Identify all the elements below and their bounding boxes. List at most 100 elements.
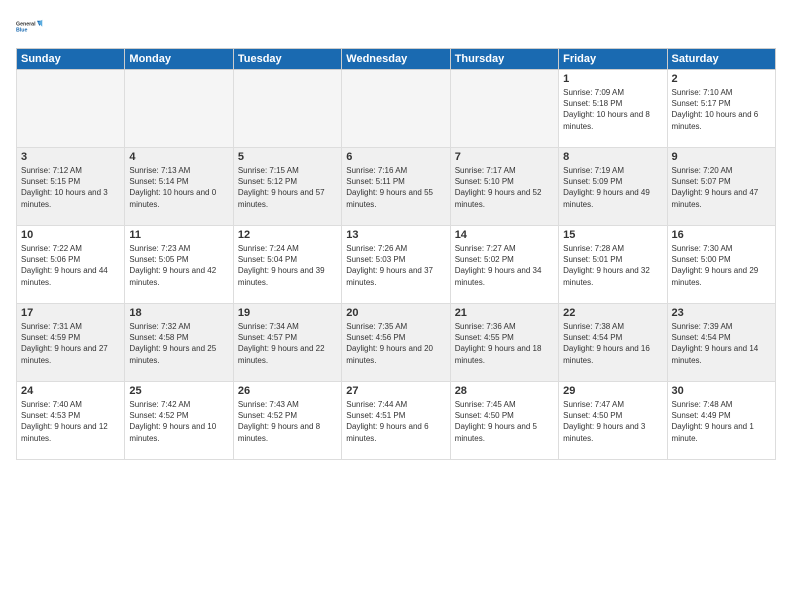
calendar-cell-week5-day2: 25 Sunrise: 7:42 AM Sunset: 4:52 PM Dayli…: [125, 382, 233, 460]
calendar-cell-week4-day2: 18 Sunrise: 7:32 AM Sunset: 4:58 PM Dayli…: [125, 304, 233, 382]
day-number: 3: [21, 151, 120, 163]
day-number: 8: [563, 151, 662, 163]
day-info: Sunrise: 7:48 AM Sunset: 4:49 PM Dayligh…: [672, 399, 771, 444]
calendar-cell-week3-day4: 13Sunrise: 7:26 AM Sunset: 5:03 PM Dayli…: [342, 226, 450, 304]
calendar-week-1: 1 Sunrise: 7:09 AM Sunset: 5:18 PM Daylig…: [17, 70, 776, 148]
day-number: 29: [563, 385, 662, 397]
day-number: 18: [129, 307, 228, 319]
day-info: Sunrise: 7:24 AM Sunset: 5:04 PM Dayligh…: [238, 243, 337, 288]
svg-text:General: General: [16, 21, 36, 27]
weekday-header-tuesday: Tuesday: [233, 49, 341, 70]
day-info: Sunrise: 7:19 AM Sunset: 5:09 PM Dayligh…: [563, 165, 662, 210]
day-number: 7: [455, 151, 554, 163]
calendar-cell-week5-day1: 24 Sunrise: 7:40 AM Sunset: 4:53 PM Dayli…: [17, 382, 125, 460]
calendar-cell-week5-day3: 26Sunrise: 7:43 AM Sunset: 4:52 PM Dayli…: [233, 382, 341, 460]
day-number: 17: [21, 307, 120, 319]
day-number: 22: [563, 307, 662, 319]
day-info: Sunrise: 7:32 AM Sunset: 4:58 PM Dayligh…: [129, 321, 228, 366]
calendar-cell-week5-day5: 28 Sunrise: 7:45 AM Sunset: 4:50 PM Dayli…: [450, 382, 558, 460]
day-info: Sunrise: 7:44 AM Sunset: 4:51 PM Dayligh…: [346, 399, 445, 444]
page-container: GeneralBlue SundayMondayTuesdayWednesday…: [0, 0, 792, 612]
weekday-header-thursday: Thursday: [450, 49, 558, 70]
calendar-cell-week2-day2: 4 Sunrise: 7:13 AM Sunset: 5:14 PM Daylig…: [125, 148, 233, 226]
day-info: Sunrise: 7:22 AM Sunset: 5:06 PM Dayligh…: [21, 243, 120, 288]
day-info: Sunrise: 7:43 AM Sunset: 4:52 PM Dayligh…: [238, 399, 337, 444]
calendar-cell-week1-day6: 1 Sunrise: 7:09 AM Sunset: 5:18 PM Daylig…: [559, 70, 667, 148]
logo: GeneralBlue: [16, 12, 44, 40]
calendar-cell-week3-day7: 16 Sunrise: 7:30 AM Sunset: 5:00 PM Dayli…: [667, 226, 775, 304]
weekday-header-saturday: Saturday: [667, 49, 775, 70]
day-number: 10: [21, 229, 120, 241]
calendar-cell-week5-day6: 29 Sunrise: 7:47 AM Sunset: 4:50 PM Dayli…: [559, 382, 667, 460]
calendar-cell-week4-day1: 17Sunrise: 7:31 AM Sunset: 4:59 PM Dayli…: [17, 304, 125, 382]
day-info: Sunrise: 7:40 AM Sunset: 4:53 PM Dayligh…: [21, 399, 120, 444]
calendar-week-3: 10 Sunrise: 7:22 AM Sunset: 5:06 PM Dayli…: [17, 226, 776, 304]
day-info: Sunrise: 7:47 AM Sunset: 4:50 PM Dayligh…: [563, 399, 662, 444]
day-info: Sunrise: 7:42 AM Sunset: 4:52 PM Dayligh…: [129, 399, 228, 444]
day-number: 15: [563, 229, 662, 241]
day-number: 12: [238, 229, 337, 241]
day-info: Sunrise: 7:16 AM Sunset: 5:11 PM Dayligh…: [346, 165, 445, 210]
day-info: Sunrise: 7:28 AM Sunset: 5:01 PM Dayligh…: [563, 243, 662, 288]
day-info: Sunrise: 7:23 AM Sunset: 5:05 PM Dayligh…: [129, 243, 228, 288]
day-info: Sunrise: 7:13 AM Sunset: 5:14 PM Dayligh…: [129, 165, 228, 210]
day-info: Sunrise: 7:20 AM Sunset: 5:07 PM Dayligh…: [672, 165, 771, 210]
calendar-cell-week1-day5: [450, 70, 558, 148]
svg-text:Blue: Blue: [16, 27, 27, 33]
day-number: 28: [455, 385, 554, 397]
day-info: Sunrise: 7:39 AM Sunset: 4:54 PM Dayligh…: [672, 321, 771, 366]
day-number: 9: [672, 151, 771, 163]
calendar-table: SundayMondayTuesdayWednesdayThursdayFrid…: [16, 48, 776, 460]
day-number: 23: [672, 307, 771, 319]
day-number: 30: [672, 385, 771, 397]
day-info: Sunrise: 7:34 AM Sunset: 4:57 PM Dayligh…: [238, 321, 337, 366]
day-number: 16: [672, 229, 771, 241]
day-info: Sunrise: 7:30 AM Sunset: 5:00 PM Dayligh…: [672, 243, 771, 288]
calendar-cell-week2-day5: 7 Sunrise: 7:17 AM Sunset: 5:10 PM Daylig…: [450, 148, 558, 226]
calendar-cell-week4-day7: 23 Sunrise: 7:39 AM Sunset: 4:54 PM Dayli…: [667, 304, 775, 382]
calendar-cell-week2-day6: 8 Sunrise: 7:19 AM Sunset: 5:09 PM Daylig…: [559, 148, 667, 226]
calendar-cell-week2-day3: 5 Sunrise: 7:15 AM Sunset: 5:12 PM Daylig…: [233, 148, 341, 226]
day-info: Sunrise: 7:12 AM Sunset: 5:15 PM Dayligh…: [21, 165, 120, 210]
calendar-cell-week1-day1: [17, 70, 125, 148]
weekday-header-friday: Friday: [559, 49, 667, 70]
day-info: Sunrise: 7:36 AM Sunset: 4:55 PM Dayligh…: [455, 321, 554, 366]
weekday-header-sunday: Sunday: [17, 49, 125, 70]
day-number: 11: [129, 229, 228, 241]
weekday-header-monday: Monday: [125, 49, 233, 70]
day-number: 4: [129, 151, 228, 163]
calendar-cell-week3-day1: 10 Sunrise: 7:22 AM Sunset: 5:06 PM Dayli…: [17, 226, 125, 304]
day-number: 5: [238, 151, 337, 163]
calendar-cell-week1-day4: [342, 70, 450, 148]
day-number: 24: [21, 385, 120, 397]
calendar-cell-week4-day3: 19Sunrise: 7:34 AM Sunset: 4:57 PM Dayli…: [233, 304, 341, 382]
page-header: GeneralBlue: [16, 12, 776, 40]
calendar-cell-week1-day2: [125, 70, 233, 148]
day-number: 27: [346, 385, 445, 397]
day-info: Sunrise: 7:35 AM Sunset: 4:56 PM Dayligh…: [346, 321, 445, 366]
day-info: Sunrise: 7:17 AM Sunset: 5:10 PM Dayligh…: [455, 165, 554, 210]
day-number: 20: [346, 307, 445, 319]
calendar-cell-week1-day3: [233, 70, 341, 148]
day-number: 25: [129, 385, 228, 397]
day-number: 21: [455, 307, 554, 319]
day-number: 13: [346, 229, 445, 241]
day-info: Sunrise: 7:10 AM Sunset: 5:17 PM Dayligh…: [672, 87, 771, 132]
day-info: Sunrise: 7:09 AM Sunset: 5:18 PM Dayligh…: [563, 87, 662, 132]
calendar-cell-week4-day4: 20 Sunrise: 7:35 AM Sunset: 4:56 PM Dayli…: [342, 304, 450, 382]
calendar-cell-week5-day4: 27 Sunrise: 7:44 AM Sunset: 4:51 PM Dayli…: [342, 382, 450, 460]
calendar-week-5: 24 Sunrise: 7:40 AM Sunset: 4:53 PM Dayli…: [17, 382, 776, 460]
calendar-cell-week2-day4: 6 Sunrise: 7:16 AM Sunset: 5:11 PM Daylig…: [342, 148, 450, 226]
calendar-cell-week2-day7: 9 Sunrise: 7:20 AM Sunset: 5:07 PM Daylig…: [667, 148, 775, 226]
calendar-cell-week1-day7: 2 Sunrise: 7:10 AM Sunset: 5:17 PM Daylig…: [667, 70, 775, 148]
weekday-header-wednesday: Wednesday: [342, 49, 450, 70]
day-number: 1: [563, 73, 662, 85]
calendar-cell-week3-day5: 14 Sunrise: 7:27 AM Sunset: 5:02 PM Dayli…: [450, 226, 558, 304]
day-number: 6: [346, 151, 445, 163]
day-info: Sunrise: 7:27 AM Sunset: 5:02 PM Dayligh…: [455, 243, 554, 288]
day-number: 14: [455, 229, 554, 241]
calendar-cell-week5-day7: 30 Sunrise: 7:48 AM Sunset: 4:49 PM Dayli…: [667, 382, 775, 460]
day-number: 2: [672, 73, 771, 85]
day-info: Sunrise: 7:45 AM Sunset: 4:50 PM Dayligh…: [455, 399, 554, 444]
day-info: Sunrise: 7:15 AM Sunset: 5:12 PM Dayligh…: [238, 165, 337, 210]
